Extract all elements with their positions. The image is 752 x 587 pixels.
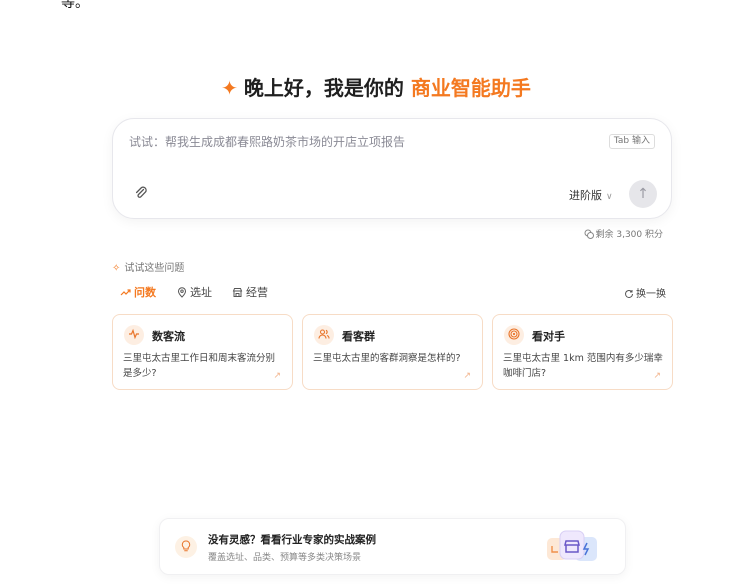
suggestion-card-audience[interactable]: 看客群 三里屯太古里的客群洞察是怎样的? ↗	[302, 314, 483, 390]
tab-xuanzhi[interactable]: 选址	[177, 284, 212, 300]
expert-cases-banner[interactable]: 没有灵感？看看行业专家的实战案例 覆盖选址、品类、预算等多类决策场景	[159, 518, 626, 575]
arrow-up-right-icon: ↗	[273, 371, 281, 381]
tab-jingying[interactable]: 经营	[232, 284, 268, 300]
refresh-button[interactable]: 换一换	[624, 285, 666, 300]
prompt-placeholder[interactable]: 试试：帮我生成成都春熙路奶茶市场的开店立项报告	[129, 133, 405, 150]
suggestion-card-competitors[interactable]: 看对手 三里屯太古里 1km 范围内有多少瑞幸咖啡门店? ↗	[492, 314, 673, 390]
version-label: 进阶版	[569, 189, 602, 202]
card-title: 看对手	[532, 330, 565, 343]
tab-shortcut-hint: Tab 输入	[608, 134, 655, 149]
trend-up-icon	[120, 289, 131, 296]
previous-text-fragment: 等。	[61, 0, 89, 11]
location-pin-icon	[177, 287, 187, 298]
arrow-up-right-icon: ↗	[463, 371, 471, 381]
card-question: 三里屯太古里工作日和周末客流分别是多少?	[123, 353, 276, 379]
sparkle-icon: ✦	[221, 76, 238, 100]
send-button[interactable]: ↑	[629, 180, 657, 208]
coins-icon	[584, 229, 594, 239]
credits-balance: 剩余 3,300 积分	[584, 227, 664, 240]
suggestions-title: ✧ 试试这些问题	[112, 259, 184, 274]
greeting-heading: ✦ 晚上好，我是你的 商业智能助手	[0, 72, 752, 101]
version-selector[interactable]: 进阶版 ∨	[569, 187, 613, 203]
chevron-down-icon: ∨	[606, 192, 613, 202]
tab-label: 问数	[134, 286, 156, 299]
pulse-icon	[124, 325, 144, 345]
refresh-label: 换一换	[636, 289, 666, 300]
tab-label: 经营	[246, 286, 268, 299]
suggestion-card-traffic[interactable]: 数客流 三里屯太古里工作日和周末客流分别是多少? ↗	[112, 314, 293, 390]
lightbulb-icon	[175, 536, 197, 558]
sparkle-icon: ✧	[112, 263, 121, 274]
paperclip-icon[interactable]	[133, 185, 149, 201]
cases-illustration-icon	[547, 530, 597, 561]
users-icon	[314, 325, 334, 345]
assistant-brand-name: 商业智能助手	[410, 76, 531, 100]
banner-subtitle: 覆盖选址、品类、预算等多类决策场景	[208, 553, 362, 563]
card-question: 三里屯太古里的客群洞察是怎样的?	[313, 353, 461, 364]
card-question: 三里屯太古里 1km 范围内有多少瑞幸咖啡门店?	[503, 353, 663, 379]
card-title: 数客流	[152, 330, 185, 343]
target-icon	[504, 325, 524, 345]
tab-label: 选址	[190, 286, 212, 299]
store-icon	[232, 288, 243, 297]
credits-text: 剩余 3,300 积分	[595, 230, 664, 240]
arrow-up-icon: ↑	[637, 186, 649, 202]
prompt-input-box[interactable]: 试试：帮我生成成都春熙路奶茶市场的开店立项报告 Tab 输入 进阶版 ∨ ↑	[112, 118, 672, 219]
suggestions-title-text: 试试这些问题	[124, 263, 185, 274]
arrow-up-right-icon: ↗	[653, 371, 661, 381]
refresh-icon	[625, 289, 633, 298]
greeting-prefix: 晚上好，我是你的	[243, 76, 404, 100]
banner-title: 没有灵感？看看行业专家的实战案例	[208, 534, 376, 546]
tab-wenshu[interactable]: 问数	[120, 284, 156, 300]
card-title: 看客群	[342, 330, 375, 343]
